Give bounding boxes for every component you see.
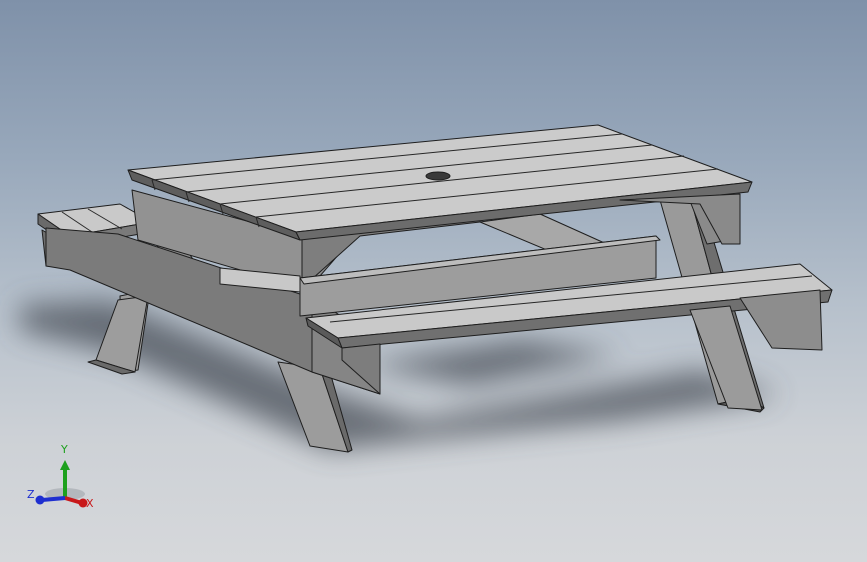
triad-x-label: X [86, 497, 94, 510]
triad-y-label: Y [61, 443, 68, 456]
triad-z-label: Z [27, 488, 35, 501]
graphics-viewport[interactable]: Y X Z [0, 0, 867, 562]
umbrella-hole-icon [425, 171, 451, 181]
picnic-table-model[interactable] [0, 0, 867, 562]
view-orientation-triad[interactable]: Y X Z [20, 440, 100, 520]
